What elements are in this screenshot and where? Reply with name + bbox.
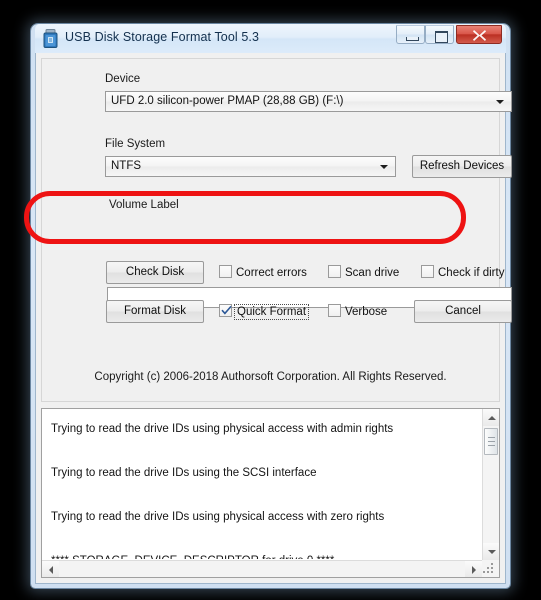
scroll-thumb-vertical[interactable]	[484, 428, 498, 455]
close-button[interactable]	[456, 25, 502, 44]
usb-flash-drive-icon	[42, 29, 59, 48]
checkbox-quick-format[interactable]: Quick Format	[219, 304, 310, 320]
checkbox-label: Verbose	[345, 306, 388, 318]
client-area: Device UFD 2.0 silicon-power PMAP (28,88…	[35, 53, 512, 584]
volume-label-label: Volume Label	[109, 199, 179, 211]
log-line: Trying to read the drive IDs using physi…	[51, 511, 385, 523]
checkbox-label: Check if dirty	[438, 267, 505, 279]
log-output-panel: Trying to read the drive IDs using physi…	[41, 408, 500, 578]
title-bar: USB Disk Storage Format Tool 5.3	[35, 24, 506, 53]
file-system-combobox-value: NTFS	[111, 160, 142, 172]
caret-up-icon	[488, 416, 496, 420]
checkbox-correct-errors[interactable]: Correct errors	[219, 265, 307, 281]
checkbox-box	[421, 265, 434, 278]
app-window: USB Disk Storage Format Tool 5.3 Device …	[31, 24, 512, 588]
device-combobox[interactable]: UFD 2.0 silicon-power PMAP (28,88 GB) (F…	[105, 91, 512, 112]
chevron-down-icon	[380, 165, 388, 169]
device-combobox-value: UFD 2.0 silicon-power PMAP (28,88 GB) (F…	[111, 95, 344, 107]
caret-right-icon	[472, 566, 476, 574]
log-lines: Trying to read the drive IDs using physi…	[42, 409, 481, 559]
window-title: USB Disk Storage Format Tool 5.3	[65, 30, 260, 44]
form-panel: Device UFD 2.0 silicon-power PMAP (28,88…	[41, 58, 512, 402]
device-label: Device	[105, 73, 141, 85]
log-line: Trying to read the drive IDs using the S…	[51, 467, 317, 479]
file-system-combobox[interactable]: NTFS	[105, 156, 396, 177]
close-icon	[473, 30, 486, 41]
refresh-devices-button[interactable]: Refresh Devices	[412, 155, 512, 178]
checkbox-scan-drive[interactable]: Scan drive	[328, 265, 399, 281]
checkbox-verbose[interactable]: Verbose	[328, 304, 387, 320]
log-line: **** STORAGE_DEVICE_DESCRIPTOR for drive…	[51, 555, 481, 559]
minimize-icon	[406, 37, 419, 41]
scroll-down-button[interactable]	[483, 543, 499, 560]
checkbox-label: Scan drive	[345, 267, 400, 279]
log-vertical-scrollbar[interactable]	[482, 409, 499, 560]
log-line: Trying to read the drive IDs using physi…	[51, 423, 394, 435]
caret-left-icon	[49, 566, 53, 574]
checkmark-icon	[221, 305, 232, 315]
checkbox-box	[328, 304, 341, 317]
checkbox-check-if-dirty[interactable]: Check if dirty	[421, 265, 504, 281]
file-system-label: File System	[105, 138, 166, 150]
format-disk-button[interactable]: Format Disk	[106, 300, 204, 323]
copyright-text: Copyright (c) 2006-2018 Authorsoft Corpo…	[94, 371, 447, 383]
chevron-down-icon	[496, 100, 504, 104]
log-horizontal-scrollbar[interactable]	[42, 560, 482, 577]
checkbox-box	[219, 304, 232, 317]
checkbox-box	[219, 265, 232, 278]
resize-grip[interactable]	[482, 560, 499, 577]
scroll-up-button[interactable]	[483, 409, 499, 426]
scroll-grip-icon	[488, 437, 495, 446]
checkbox-box	[328, 265, 341, 278]
cancel-button[interactable]: Cancel	[414, 300, 512, 323]
window-frame-inner: USB Disk Storage Format Tool 5.3 Device …	[35, 24, 512, 584]
check-disk-button[interactable]: Check Disk	[106, 261, 204, 284]
maximize-icon	[435, 31, 448, 43]
caret-down-icon	[488, 550, 496, 554]
maximize-button[interactable]	[425, 25, 454, 44]
checkbox-label: Quick Format	[233, 304, 310, 320]
checkbox-label: Correct errors	[236, 267, 307, 279]
scroll-left-button[interactable]	[42, 561, 59, 577]
minimize-button[interactable]	[396, 25, 425, 44]
scroll-right-button[interactable]	[465, 561, 482, 577]
